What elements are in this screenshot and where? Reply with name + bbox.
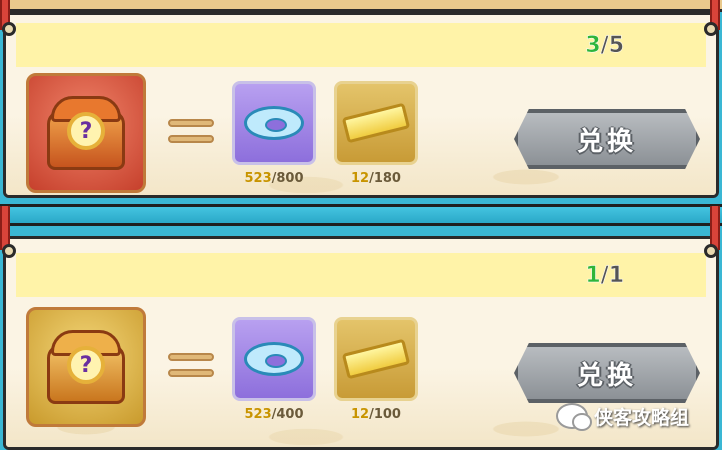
exchange-button-label: 兑换 xyxy=(576,360,637,391)
progress-current: 1 xyxy=(585,263,601,289)
wechat-icon xyxy=(556,403,592,431)
material-swim-ring-count: 523/800 xyxy=(232,171,316,186)
material-golden-scroll[interactable] xyxy=(334,81,418,165)
chest-question-mark: ? xyxy=(67,112,105,150)
material-need: /400 xyxy=(271,407,304,422)
progress-total: /5 xyxy=(600,33,624,59)
rope-knot-icon xyxy=(2,244,16,258)
material-have: 12 xyxy=(351,171,370,186)
material-have: 12 xyxy=(351,407,370,422)
material-swim-ring[interactable] xyxy=(232,317,316,401)
reward-chest-item[interactable]: ? xyxy=(26,73,146,193)
divider-strip xyxy=(0,204,722,226)
golden-scroll-icon xyxy=(341,338,411,380)
material-need: /800 xyxy=(271,171,304,186)
material-golden-scroll-count: 12/100 xyxy=(334,407,418,422)
exchange-progress: 3/5 xyxy=(585,33,624,59)
material-golden-scroll[interactable] xyxy=(334,317,418,401)
exchange-button[interactable]: 兑换 xyxy=(514,343,700,403)
exchange-button[interactable]: 兑换 xyxy=(514,109,700,169)
material-swim-ring[interactable] xyxy=(232,81,316,165)
material-golden-scroll-count: 12/180 xyxy=(334,171,418,186)
equals-icon xyxy=(168,119,216,149)
rope-knot-icon xyxy=(704,244,718,258)
rope-knot-icon xyxy=(2,22,16,36)
equals-icon xyxy=(168,353,216,383)
swim-ring-icon xyxy=(244,342,304,376)
top-frame-edge xyxy=(0,0,722,12)
chest-question-mark: ? xyxy=(67,346,105,384)
exchange-row-1: 3/5 ? 523/800 12/180 兑换 xyxy=(3,12,719,198)
exchange-button-label: 兑换 xyxy=(576,126,637,157)
swim-ring-icon xyxy=(244,106,304,140)
progress-current: 3 xyxy=(585,33,601,59)
watermark: 侠客攻略组 xyxy=(556,398,689,434)
watermark-text: 侠客攻略组 xyxy=(594,406,690,429)
material-need: /100 xyxy=(369,407,401,422)
material-swim-ring-count: 523/400 xyxy=(232,407,316,422)
gold-mystery-chest-icon: ? xyxy=(41,326,131,408)
golden-scroll-icon xyxy=(341,102,411,144)
reward-chest-item[interactable]: ? xyxy=(26,307,146,427)
exchange-progress: 1/1 xyxy=(585,263,624,289)
progress-total: /1 xyxy=(600,263,624,289)
material-have: 523 xyxy=(244,171,272,186)
red-mystery-chest-icon: ? xyxy=(41,92,131,174)
material-have: 523 xyxy=(244,407,272,422)
material-need: /180 xyxy=(369,171,401,186)
rope-knot-icon xyxy=(704,22,718,36)
